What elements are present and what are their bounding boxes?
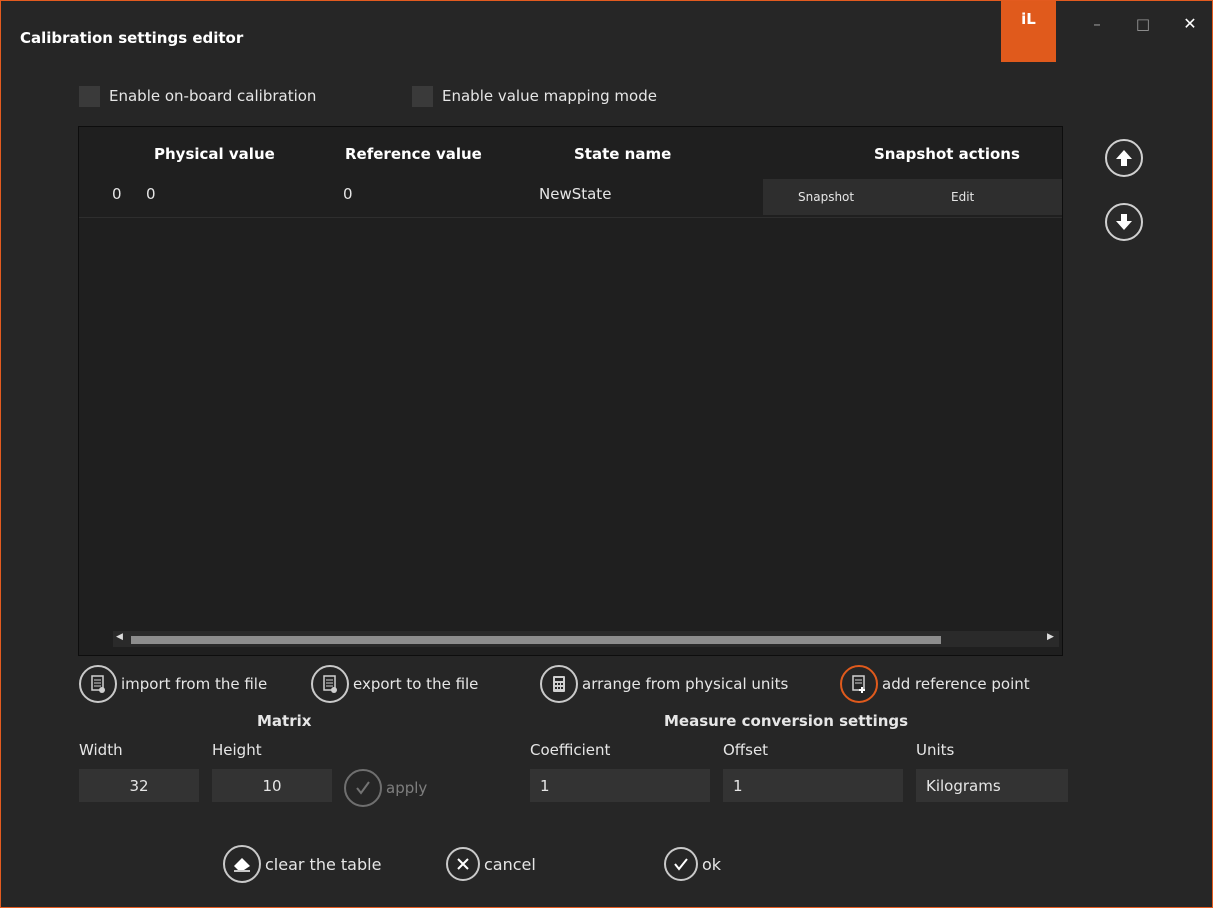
calibration-table: Physical value Reference value State nam… [78,126,1063,656]
matrix-title: Matrix [257,712,312,730]
window-title: Calibration settings editor [20,29,244,47]
header-physical-value[interactable]: Physical value [154,145,275,163]
add-reference-point-button[interactable]: add reference point [840,664,1030,704]
clear-table-button[interactable]: clear the table [223,844,381,884]
cancel-label: cancel [484,854,536,874]
value-mapping-checkbox[interactable]: Enable value mapping mode [412,85,657,107]
eraser-icon [223,845,261,883]
scroll-right-icon[interactable]: ▶ [1047,632,1054,642]
import-label: import from the file [121,675,268,693]
export-label: export to the file [353,675,479,693]
horizontal-scrollbar[interactable]: ◀ ▶ [113,631,1059,647]
arrange-label: arrange from physical units [582,675,789,693]
scrollbar-thumb[interactable] [131,636,941,644]
check-icon [344,769,382,807]
coefficient-input[interactable] [530,769,710,802]
scroll-left-icon[interactable]: ◀ [116,632,123,642]
snapshot-actions-cell: Snapshot Edit [763,179,1062,215]
brand-logo: iL [1001,1,1056,62]
title-bar: Calibration settings editor iL – □ ✕ [1,1,1212,62]
units-input[interactable] [916,769,1068,802]
checkbox-box[interactable] [412,85,433,107]
coefficient-label: Coefficient [530,741,611,759]
ok-label: ok [702,854,722,874]
physical-value-cell[interactable]: 0 [146,185,156,203]
row-divider [79,217,1062,218]
calculator-icon [540,665,578,703]
apply-label: apply [386,779,428,797]
move-up-button[interactable] [1105,139,1143,177]
height-label: Height [212,741,262,759]
export-file-icon [311,665,349,703]
edit-button[interactable]: Edit [951,190,974,204]
conversion-title: Measure conversion settings [664,712,909,730]
row-index: 0 [112,185,122,203]
import-from-file-button[interactable]: import from the file [79,664,267,704]
arrange-from-physical-button[interactable]: arrange from physical units [540,664,788,704]
clear-label: clear the table [265,854,382,874]
onboard-calibration-checkbox[interactable]: Enable on-board calibration [79,85,316,107]
width-label: Width [79,741,123,759]
reference-value-cell[interactable]: 0 [343,185,353,203]
calibration-window: Calibration settings editor iL – □ ✕ Ena… [0,0,1213,908]
export-to-file-button[interactable]: export to the file [311,664,478,704]
header-snapshot-actions[interactable]: Snapshot actions [874,145,1020,163]
ok-button[interactable]: ok [664,844,721,884]
minimize-button[interactable]: – [1082,9,1112,39]
cancel-icon [446,847,480,881]
add-point-label: add reference point [882,675,1030,693]
checkbox-label: Enable on-board calibration [109,87,317,105]
state-name-cell[interactable]: NewState [539,185,611,203]
height-input[interactable] [212,769,332,802]
apply-button[interactable]: apply [344,768,427,808]
arrow-up-icon [1116,150,1132,166]
add-point-icon [840,665,878,703]
checkbox-label: Enable value mapping mode [442,87,657,105]
units-label: Units [916,741,955,759]
cancel-button[interactable]: cancel [446,844,536,884]
arrow-down-icon [1116,214,1132,230]
move-down-button[interactable] [1105,203,1143,241]
width-input[interactable] [79,769,199,802]
check-icon [664,847,698,881]
snapshot-button[interactable]: Snapshot [798,190,854,204]
offset-label: Offset [723,741,769,759]
header-reference-value[interactable]: Reference value [345,145,492,163]
maximize-button[interactable]: □ [1128,9,1158,39]
checkbox-box[interactable] [79,85,100,107]
close-button[interactable]: ✕ [1175,9,1205,39]
header-state-name[interactable]: State name [574,145,671,163]
offset-input[interactable] [723,769,903,802]
import-file-icon [79,665,117,703]
